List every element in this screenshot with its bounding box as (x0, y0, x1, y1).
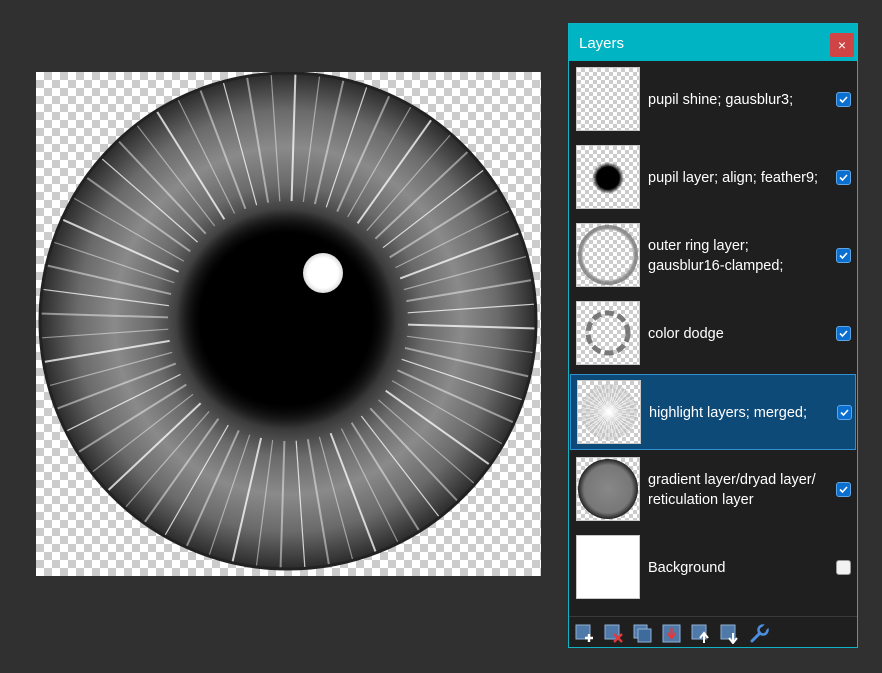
layer-visibility-checkbox[interactable] (836, 326, 851, 341)
layer-row-pupil-shine[interactable]: pupil shine; gausblur3; (570, 62, 856, 138)
image-canvas[interactable] (36, 72, 541, 576)
layer-thumbnail (576, 67, 640, 131)
layer-thumbnail (576, 301, 640, 365)
layer-row-highlight[interactable]: highlight layers; merged; (570, 374, 856, 450)
add-layer-icon[interactable] (575, 624, 595, 644)
layer-row-gradient[interactable]: gradient layer/dryad layer/ reticulation… (570, 452, 856, 528)
checkmark-icon (839, 252, 848, 260)
layer-row-background[interactable]: Background (570, 530, 856, 606)
layer-thumbnail (576, 145, 640, 209)
layer-row-outer-ring[interactable]: outer ring layer; gausblur16-clamped; (570, 218, 856, 294)
layer-name: pupil layer; align; feather9; (648, 170, 819, 186)
layer-name: color dodge (648, 326, 724, 342)
layer-visibility-checkbox[interactable] (836, 560, 851, 575)
highlight-rays-thumb-icon (581, 384, 637, 440)
layers-toolbar (569, 616, 857, 648)
close-button[interactable]: × (830, 33, 854, 57)
layer-visibility-checkbox[interactable] (837, 405, 852, 420)
move-layer-up-icon[interactable] (691, 624, 711, 644)
layer-row-pupil[interactable]: pupil layer; align; feather9; (570, 140, 856, 216)
layer-name: pupil shine; gausblur3; (648, 92, 794, 108)
layer-visibility-checkbox[interactable] (836, 92, 851, 107)
merge-layer-down-icon[interactable] (662, 624, 682, 644)
checkmark-icon (839, 330, 848, 338)
panel-title: Layers (579, 35, 625, 52)
duplicate-layer-icon[interactable] (633, 624, 653, 644)
eye-iris-image (38, 72, 538, 571)
layer-visibility-checkbox[interactable] (836, 482, 851, 497)
checkmark-icon (840, 409, 849, 417)
pupil-shine-thumb-icon (577, 68, 639, 130)
layers-panel: Layers × pupil shine; gausblur3; pupil l… (568, 23, 858, 648)
layer-name: Background (648, 560, 726, 576)
move-layer-down-icon[interactable] (720, 624, 740, 644)
layer-name: highlight layers; merged; (649, 405, 807, 421)
layer-visibility-checkbox[interactable] (836, 248, 851, 263)
checkmark-icon (839, 96, 848, 104)
gradient-disc-thumb-icon (578, 459, 638, 519)
checkmark-icon (839, 486, 848, 494)
pupil-thumb-icon (592, 162, 624, 194)
layer-visibility-checkbox[interactable] (836, 170, 851, 185)
layer-row-color-dodge[interactable]: color dodge (570, 296, 856, 372)
layer-thumbnail (577, 380, 641, 444)
checkmark-icon (839, 174, 848, 182)
layer-properties-wrench-icon[interactable] (749, 624, 769, 644)
delete-layer-icon[interactable] (604, 624, 624, 644)
layer-thumbnail (576, 223, 640, 287)
layer-name: gradient layer/dryad layer/ reticulation… (648, 472, 816, 508)
layer-thumbnail (576, 457, 640, 521)
layers-panel-titlebar[interactable]: Layers × (569, 24, 857, 61)
layer-name: outer ring layer; gausblur16-clamped; (648, 238, 784, 274)
outer-ring-thumb-icon (578, 225, 638, 285)
layer-thumbnail (576, 535, 640, 599)
color-dodge-thumb-icon (585, 310, 631, 356)
